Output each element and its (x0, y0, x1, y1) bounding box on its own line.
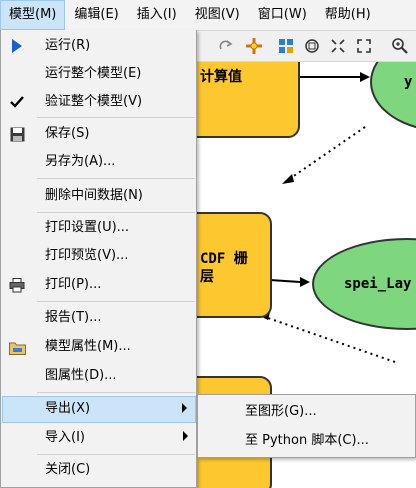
menu-item-export-label: 导出(X) (45, 401, 91, 416)
process-node-calc-label: 计算值 (200, 69, 242, 85)
printer-icon (8, 276, 26, 294)
menu-model[interactable]: 模型(M) (0, 0, 66, 30)
export-submenu: 至图形(G)... 至 Python 脚本(C)... (197, 394, 416, 458)
properties-icon (8, 338, 26, 356)
menu-separator (37, 212, 195, 213)
menu-help[interactable]: 帮助(H) (316, 0, 380, 30)
submenu-item-to-graphic[interactable]: 至图形(G)... (199, 398, 415, 426)
menu-item-save-as[interactable]: 另存为(A)... (2, 149, 196, 175)
menu-item-delete-intermediate[interactable]: 删除中间数据(N) (2, 183, 196, 209)
data-node-top-label: y (404, 74, 413, 90)
check-icon (8, 93, 26, 111)
menu-separator (37, 392, 195, 393)
submenu-item-to-python-label: 至 Python 脚本(C)... (245, 433, 369, 448)
menu-item-print-preview[interactable]: 打印预览(V)... (2, 243, 196, 269)
menu-item-diagram-properties[interactable]: 图属性(D)... (2, 363, 196, 389)
run-icon (8, 37, 26, 55)
menu-item-model-properties-label: 模型属性(M)... (45, 339, 131, 354)
toolbar (195, 31, 416, 62)
shrink-icon[interactable] (329, 37, 347, 55)
menu-item-save-label: 保存(S) (45, 126, 90, 141)
menu-item-validate-label: 验证整个模型(V) (45, 94, 143, 109)
menu-item-run-all-label: 运行整个模型(E) (45, 66, 142, 81)
menu-item-run-label: 运行(R) (45, 38, 91, 53)
menu-window[interactable]: 窗口(W) (249, 0, 316, 30)
menu-item-diagram-properties-label: 图属性(D)... (45, 368, 117, 383)
menu-view[interactable]: 视图(V) (186, 0, 249, 30)
process-node-netcdf-label-1: CDF 栅 (200, 251, 248, 267)
menu-separator (37, 117, 195, 118)
menu-item-validate[interactable]: 验证整个模型(V) (2, 89, 196, 115)
zoom-in-icon[interactable] (391, 37, 409, 55)
menu-item-delete-intermediate-label: 删除中间数据(N) (45, 188, 143, 203)
menu-item-close[interactable]: 关闭(C) (2, 457, 196, 483)
data-node-spei-label: spei_Lay (344, 276, 412, 292)
menu-edit[interactable]: 编辑(E) (65, 0, 127, 30)
save-icon (8, 125, 26, 143)
menu-separator (37, 178, 195, 179)
full-extent-icon[interactable] (303, 37, 321, 55)
process-node-calc[interactable]: 计算值 (180, 62, 300, 138)
submenu-arrow-icon (182, 403, 187, 413)
menu-separator (37, 454, 195, 455)
menu-item-import[interactable]: 导入(I) (2, 425, 196, 451)
menu-item-print-setup[interactable]: 打印设置(U)... (2, 215, 196, 241)
menu-item-report[interactable]: 报告(T)... (2, 305, 196, 331)
menu-insert[interactable]: 插入(I) (128, 0, 186, 30)
menu-item-print-preview-label: 打印预览(V)... (45, 248, 129, 263)
add-data-icon[interactable] (245, 37, 263, 55)
submenu-item-to-graphic-label: 至图形(G)... (245, 404, 317, 419)
menu-item-print-setup-label: 打印设置(U)... (45, 220, 130, 235)
layout-icon[interactable] (277, 37, 295, 55)
submenu-arrow-icon (183, 431, 188, 441)
menu-item-run-all[interactable]: 运行整个模型(E) (2, 61, 196, 87)
redo-icon[interactable] (217, 37, 235, 55)
menu-item-close-label: 关闭(C) (45, 462, 91, 477)
menu-item-export[interactable]: 导出(X) (2, 396, 196, 423)
process-node-netcdf-label-2: 层 (200, 269, 214, 285)
menu-item-model-properties[interactable]: 模型属性(M)... (2, 334, 196, 360)
menu-item-save[interactable]: 保存(S) (2, 121, 196, 147)
menu-item-print-label: 打印(P)... (45, 277, 102, 292)
menu-item-save-as-label: 另存为(A)... (45, 154, 116, 169)
model-dropdown-menu: 运行(R) 运行整个模型(E) 验证整个模型(V) 保存(S) 另存为(A)..… (0, 30, 197, 488)
menu-item-report-label: 报告(T)... (45, 310, 102, 325)
submenu-item-to-python[interactable]: 至 Python 脚本(C)... (199, 427, 415, 455)
menu-item-print[interactable]: 打印(P)... (2, 272, 196, 298)
menu-item-import-label: 导入(I) (45, 430, 85, 445)
menubar: 模型(M) 编辑(E) 插入(I) 视图(V) 窗口(W) 帮助(H) (0, 0, 416, 31)
menu-item-run[interactable]: 运行(R) (2, 33, 196, 59)
menu-separator (37, 301, 195, 302)
expand-icon[interactable] (355, 37, 373, 55)
